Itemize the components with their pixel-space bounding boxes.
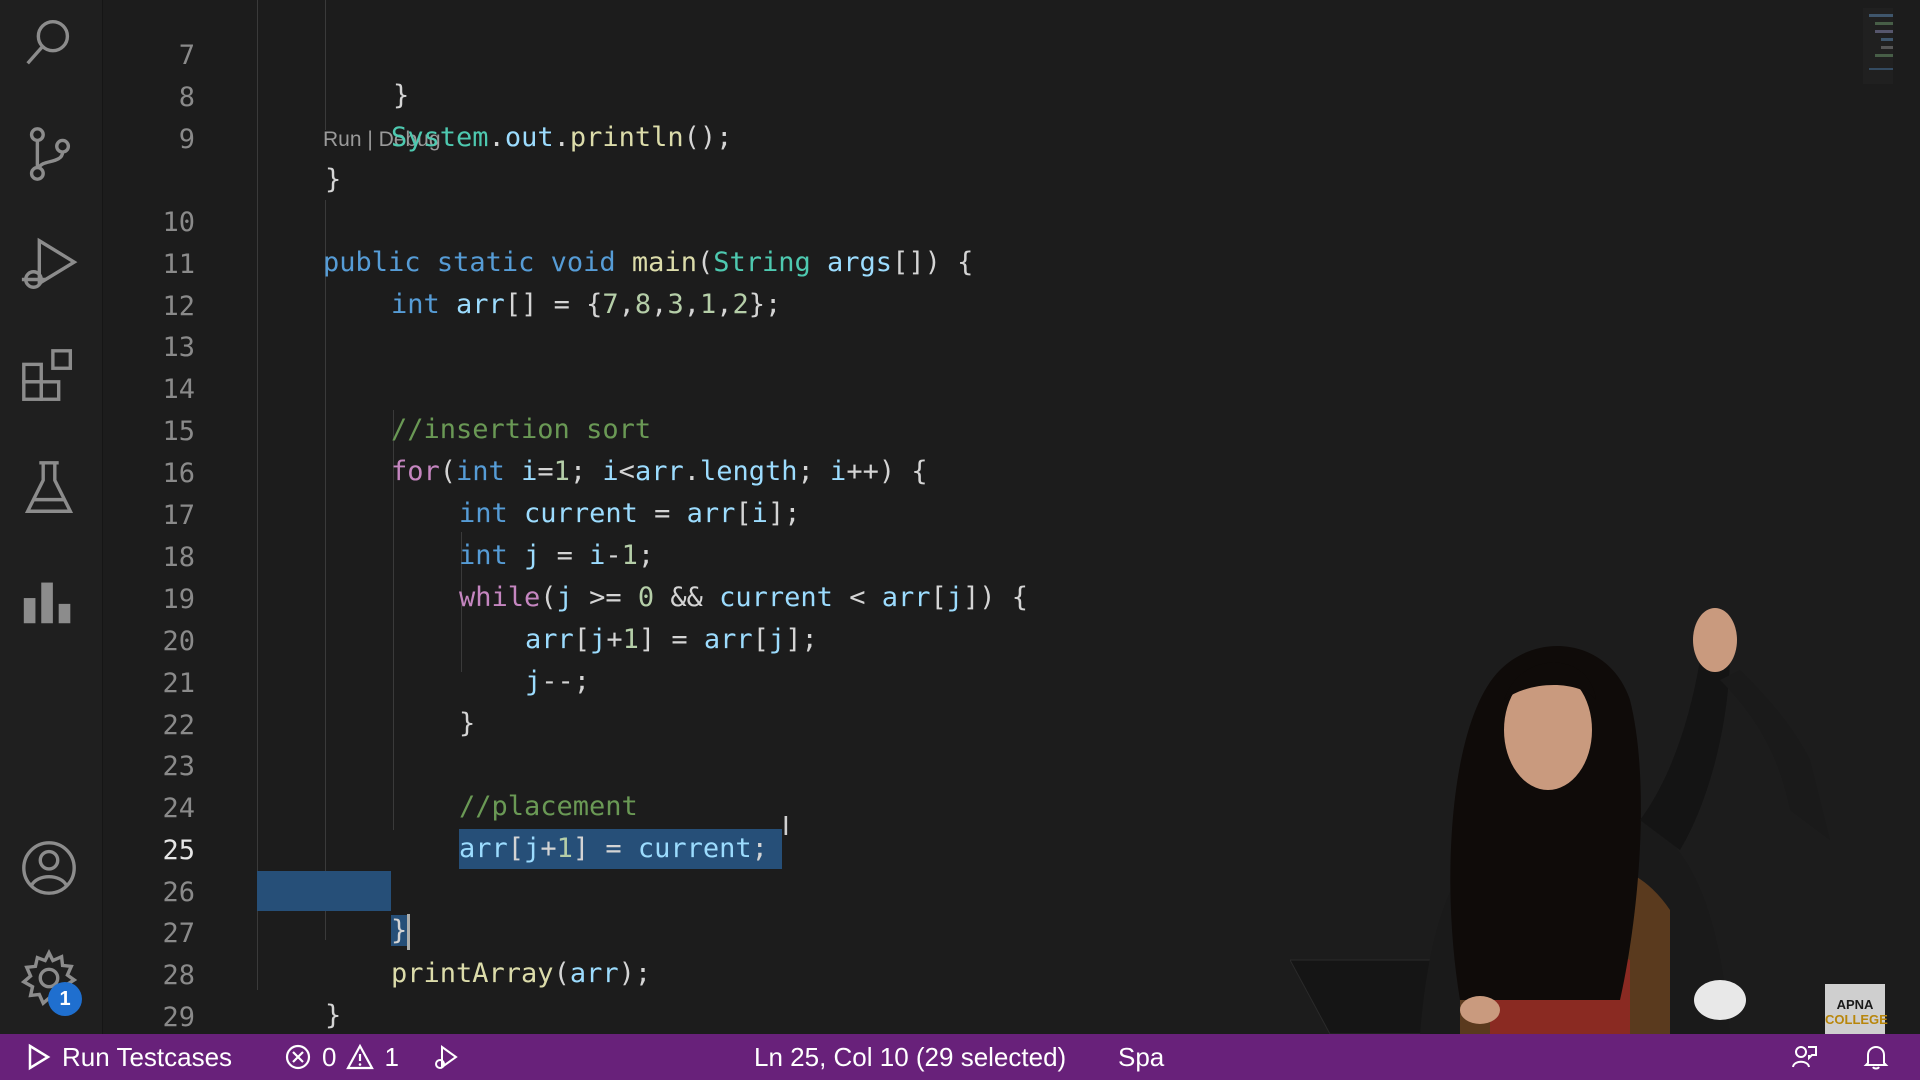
code-line: 19 arr[j+1] = arr[j]; (103, 540, 1703, 655)
cursor-position[interactable]: Ln 25, Col 10 (29 selected) (754, 1034, 1066, 1080)
play-icon (28, 1043, 51, 1071)
error-icon (285, 1044, 311, 1070)
chart-icon[interactable] (17, 568, 81, 632)
activity-bar: 1 (0, 0, 103, 1034)
line-number: 9 (178, 124, 195, 155)
feedback-icon[interactable] (1790, 1034, 1818, 1080)
presenter-video-overlay (1290, 580, 1920, 1034)
search-icon[interactable] (17, 10, 81, 74)
debug-run-icon[interactable] (432, 1034, 460, 1080)
code-text: System.out.println(); (391, 122, 733, 153)
code-line: 10 public static void main(String args[]… (103, 163, 1703, 278)
code-line: 15 for(int i=1; i<arr.length; i++) { (103, 372, 1703, 487)
run-debug-icon[interactable] (17, 232, 81, 296)
code-line: 12 (103, 247, 1703, 322)
testing-icon[interactable] (17, 456, 81, 520)
code-line: 18 while(j >= 0 && current < arr[j]) { (103, 498, 1703, 613)
code-line: 7 } (103, 0, 1703, 111)
source-control-icon[interactable] (17, 122, 81, 186)
code-line: 13 (103, 288, 1703, 363)
account-icon[interactable] (17, 836, 81, 900)
extensions-icon[interactable] (17, 344, 81, 408)
code-line: 16 int current = arr[i]; (103, 414, 1703, 529)
code-line: 17 int j = i-1; (103, 456, 1703, 571)
code-text: } (325, 1000, 342, 1031)
status-bar: Run Testcases 0 1 Ln 25, Col 10 (29 sele… (0, 1034, 1920, 1080)
code-line: 11 int arr[] = {7,8,3,1,2}; (103, 205, 1703, 320)
warning-icon (346, 1043, 375, 1070)
problems-indicator[interactable]: 0 1 (284, 1034, 399, 1080)
code-line: 8 System.out.println(); (103, 38, 1703, 153)
code-line: 14 //insertion sort (103, 330, 1703, 445)
apna-college-logo: APNA COLLEGE (1825, 984, 1888, 1040)
notifications-bell-icon[interactable] (1862, 1034, 1890, 1080)
code-line: 9 } (103, 80, 1703, 195)
minimap[interactable] (1863, 8, 1893, 84)
run-testcases-button[interactable]: Run Testcases (24, 1034, 232, 1080)
indentation-spaces[interactable]: Spa (1118, 1034, 1164, 1080)
mouse-ibeam-cursor: I (782, 812, 790, 842)
settings-badge: 1 (48, 982, 82, 1016)
line-number: 29 (162, 1002, 195, 1033)
